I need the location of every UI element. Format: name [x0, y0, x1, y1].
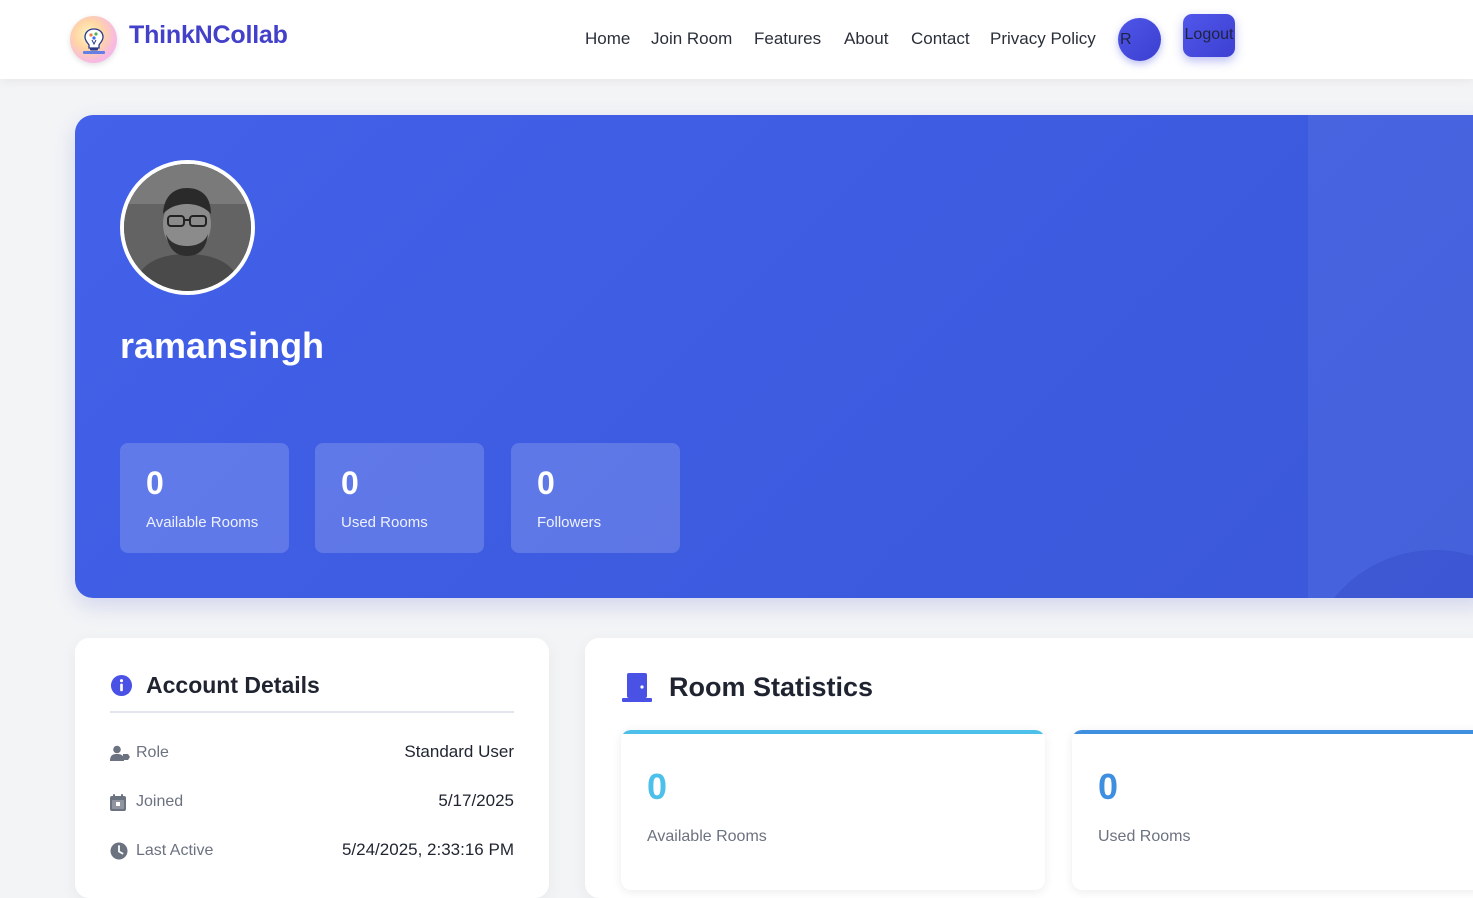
stat-label: Available Rooms [146, 514, 259, 531]
divider [110, 711, 514, 713]
room-statistics-card: Room Statistics 0 Available Rooms 0 Used… [585, 638, 1473, 898]
calendar-icon [110, 793, 130, 811]
stat-label: Used Rooms [341, 514, 428, 531]
stat-available-rooms: 0 Available Rooms [120, 443, 289, 553]
profile-hero: ramansingh 0 Available Rooms 0 Used Room… [75, 115, 1473, 598]
profile-avatar[interactable] [120, 160, 255, 295]
navbar: ThinkNCollab Home Join Room Features Abo… [0, 0, 1473, 79]
profile-username: ramansingh [120, 325, 325, 366]
detail-value: Standard User [404, 742, 514, 761]
stat-value: 0 [146, 465, 164, 501]
stat-value: 0 [341, 465, 359, 501]
room-stat-accent-bar [621, 730, 1045, 734]
stat-label: Followers [537, 514, 602, 531]
nav-link-features[interactable]: Features [754, 29, 821, 49]
info-circle-icon [110, 674, 133, 697]
detail-key: Joined [110, 793, 183, 811]
lightbulb-logo-icon[interactable] [70, 16, 117, 63]
room-stat-value: 0 [647, 766, 668, 807]
room-statistics-title: Room Statistics [669, 672, 874, 702]
detail-row-last-active: Last Active 5/24/2025, 2:33:16 PM [110, 840, 514, 864]
avatar-initial: R [1120, 30, 1132, 48]
stat-value: 0 [537, 465, 555, 501]
detail-value: 5/24/2025, 2:33:16 PM [341, 840, 514, 859]
user-avatar-button[interactable]: R [1118, 18, 1161, 61]
detail-key-label: Joined [136, 793, 184, 810]
room-stat-available: 0 Available Rooms [621, 730, 1045, 890]
hero-decoration [1308, 115, 1473, 598]
detail-key: Last Active [110, 842, 213, 860]
room-stat-label: Available Rooms [647, 828, 767, 845]
detail-key-label: Last Active [136, 842, 214, 859]
nav-link-privacy-policy[interactable]: Privacy Policy [990, 29, 1096, 49]
brand-name[interactable]: ThinkNCollab [129, 21, 288, 50]
detail-key: Role [110, 744, 169, 762]
detail-key-label: Role [136, 744, 169, 761]
nav-link-contact[interactable]: Contact [911, 29, 970, 49]
account-details-title: Account Details [146, 672, 320, 698]
nav-link-home[interactable]: Home [585, 29, 630, 49]
detail-row-joined: Joined 5/17/2025 [110, 791, 514, 815]
door-icon [622, 673, 652, 702]
logout-button[interactable]: Logout [1183, 14, 1235, 57]
stat-used-rooms: 0 Used Rooms [315, 443, 484, 553]
room-stat-used: 0 Used Rooms [1072, 730, 1473, 890]
room-stat-label: Used Rooms [1098, 828, 1191, 845]
stat-followers[interactable]: 0 Followers [511, 443, 680, 553]
user-tag-icon [110, 745, 130, 761]
nav-link-about[interactable]: About [844, 29, 888, 49]
account-details-card: Account Details Role Standard User Joine… [75, 638, 549, 898]
clock-icon [110, 842, 130, 860]
room-stat-accent-bar [1072, 730, 1473, 734]
room-statistics-header: Room Statistics [622, 672, 873, 703]
nav-link-join-room[interactable]: Join Room [651, 29, 732, 49]
detail-value: 5/17/2025 [438, 791, 514, 810]
account-details-header: Account Details [110, 672, 320, 699]
detail-row-role: Role Standard User [110, 742, 514, 766]
room-stat-value: 0 [1098, 766, 1119, 807]
